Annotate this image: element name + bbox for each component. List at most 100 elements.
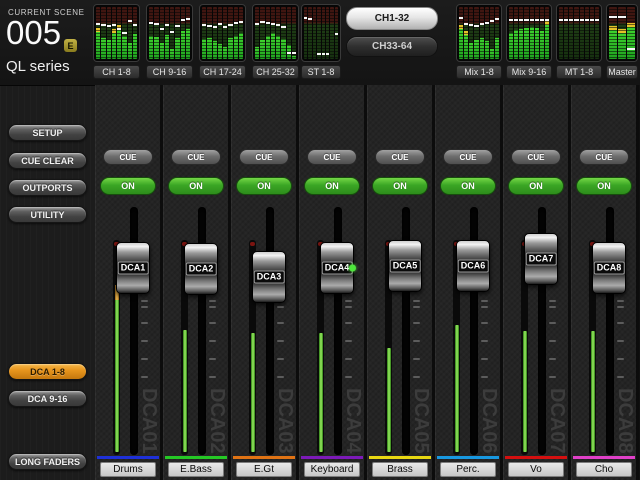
on-button[interactable]: ON <box>100 177 156 195</box>
cue-button[interactable]: CUE <box>103 149 153 165</box>
fader-knob[interactable]: DCA8 <box>592 242 626 294</box>
fader-knob[interactable]: DCA1 <box>116 242 150 294</box>
on-button[interactable]: ON <box>440 177 496 195</box>
fader-knob[interactable]: DCA7 <box>524 233 558 285</box>
fader-position-dash <box>160 28 164 30</box>
meter-block-master[interactable]: Master <box>606 4 638 79</box>
meter-block-ch-9-16[interactable]: CH 9-16 <box>146 4 193 79</box>
fader-scale-tick <box>413 358 420 360</box>
sidebar-button-dca-1-8[interactable]: DCA 1-8 <box>8 363 87 380</box>
on-button[interactable]: ON <box>168 177 224 195</box>
meter-block-st-1-8[interactable]: ST 1-8 <box>301 4 341 79</box>
fader-knob[interactable]: DCA2 <box>184 243 218 295</box>
meter-block-mix-9-16[interactable]: Mix 9-16 <box>506 4 552 79</box>
channel-name-plate[interactable]: Drums <box>100 462 156 477</box>
fader-position-dash <box>618 16 626 18</box>
fader-position-dash <box>213 26 217 28</box>
cue-button[interactable]: CUE <box>171 149 221 165</box>
meter-bar <box>165 7 169 59</box>
meter-bar-fill <box>530 27 534 59</box>
fader-scale-tick <box>277 358 284 360</box>
fader-position-dash <box>271 23 275 25</box>
meter-bar <box>181 7 185 59</box>
meter-block-label: ST 1-8 <box>301 65 341 79</box>
meter-bar-fill <box>260 40 264 59</box>
meter-bar <box>330 7 333 59</box>
fader-knob[interactable]: DCA5 <box>388 240 422 292</box>
meter-block-mt-1-8[interactable]: MT 1-8 <box>556 4 602 79</box>
sidebar-button-outports[interactable]: OUTPORTS <box>8 179 87 196</box>
channel-name-plate[interactable]: Brass <box>372 462 428 477</box>
sidebar-button-dca-9-16[interactable]: DCA 9-16 <box>8 390 87 407</box>
on-button[interactable]: ON <box>576 177 632 195</box>
meter-block-mix-1-8[interactable]: Mix 1-8 <box>456 4 502 79</box>
bank-button-ch33-64[interactable]: CH33-64 <box>346 36 438 57</box>
meter-bar <box>107 7 111 59</box>
channel-strip-dca06: CUE ON DCA06 DCA6 Perc. <box>435 85 501 480</box>
current-scene-panel[interactable]: CURRENT SCENE 005 E QL series <box>0 0 92 85</box>
fader-scale-tick <box>345 322 352 324</box>
channel-name-plate[interactable]: Perc. <box>440 462 496 477</box>
fader-scale-tick <box>549 358 556 360</box>
fader-knob[interactable]: DCA4 <box>320 242 354 294</box>
channel-name-plate[interactable]: Keyboard <box>304 462 360 477</box>
on-button[interactable]: ON <box>236 177 292 195</box>
cue-button[interactable]: CUE <box>511 149 561 165</box>
cue-button[interactable]: CUE <box>579 149 629 165</box>
fader-scale-tick <box>481 300 488 302</box>
strip-id-vertical-label: DCA05 <box>409 388 432 454</box>
channel-name-plate[interactable]: E.Bass <box>168 462 224 477</box>
cue-button[interactable]: CUE <box>443 149 493 165</box>
meter-bar-fill <box>271 33 275 59</box>
fader-position-dash <box>287 52 291 54</box>
meter-box <box>456 4 502 62</box>
channel-name-plate[interactable]: Vo <box>508 462 564 477</box>
cue-button[interactable]: CUE <box>239 149 289 165</box>
fader-position-dash <box>202 24 206 26</box>
sidebar-button-long-faders[interactable]: LONG FADERS <box>8 453 87 470</box>
meter-bar-fill <box>133 34 137 59</box>
meter-bar <box>530 7 534 59</box>
meter-block-ch-1-8[interactable]: CH 1-8 <box>93 4 140 79</box>
meter-bar <box>292 7 296 59</box>
fader-scale-tick <box>481 340 488 342</box>
sidebar-button-utility[interactable]: UTILITY <box>8 206 87 223</box>
fader-position-dash <box>469 24 473 26</box>
meter-block-ch-25-32[interactable]: CH 25-32 <box>252 4 299 79</box>
cue-button[interactable]: CUE <box>307 149 357 165</box>
channel-name-plate[interactable]: Cho <box>576 462 632 477</box>
meter-bar-fill <box>509 33 513 59</box>
meter-bar <box>585 7 589 59</box>
strip-id-vertical-label: DCA08 <box>613 388 636 454</box>
channel-color-bar <box>437 456 499 459</box>
fader-knob[interactable]: DCA3 <box>252 251 286 303</box>
meter-block-ch-17-24[interactable]: CH 17-24 <box>199 4 246 79</box>
sidebar-button-cue-clear[interactable]: CUE CLEAR <box>8 152 87 169</box>
fader-scale-tick <box>345 376 352 378</box>
strip-id-vertical-label: DCA06 <box>477 388 500 454</box>
meter-block-label: Mix 1-8 <box>456 65 502 79</box>
cue-button[interactable]: CUE <box>375 149 425 165</box>
meter-bar-peak-cap <box>618 29 626 33</box>
meter-bar <box>304 7 307 59</box>
meter-bar-fill <box>480 38 484 59</box>
fader-knob-label: DCA2 <box>186 263 217 276</box>
meter-bar <box>101 7 105 59</box>
fader-scale-tick <box>141 306 148 308</box>
meter-bar-peak-cap <box>627 23 635 27</box>
on-button[interactable]: ON <box>304 177 360 195</box>
fader-knob-label: DCA7 <box>526 253 557 266</box>
fader-knob[interactable]: DCA6 <box>456 240 490 292</box>
level-meter-fill <box>115 288 119 452</box>
channel-name-plate[interactable]: E.Gt <box>236 462 292 477</box>
on-button[interactable]: ON <box>508 177 564 195</box>
fader-position-dash <box>530 19 534 21</box>
on-button[interactable]: ON <box>372 177 428 195</box>
meter-bar <box>239 7 243 59</box>
channel-color-bar <box>233 456 295 459</box>
sidebar-button-setup[interactable]: SETUP <box>8 124 87 141</box>
bank-button-ch1-32[interactable]: CH1-32 <box>346 7 438 30</box>
fader-scale-tick <box>617 376 624 378</box>
fader-position-dash <box>304 17 307 19</box>
strip-id-vertical-label: DCA02 <box>205 388 228 454</box>
